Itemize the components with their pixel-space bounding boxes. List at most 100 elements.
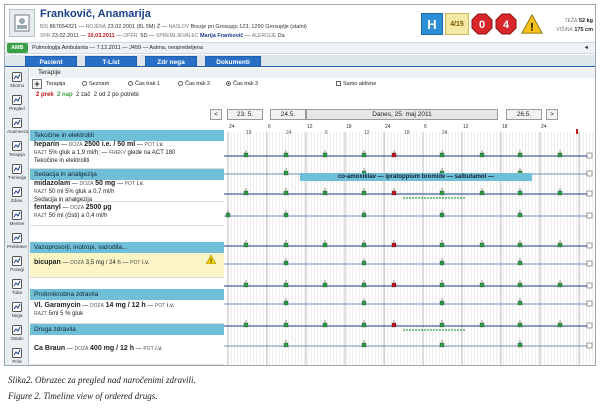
missed-dose-marker[interactable] <box>391 282 397 288</box>
drug-timeline[interactable]: 24 6 12 18 24 6 12 18 24 18 24 6 12 18 24 co-amoxiklav… <box>224 120 595 365</box>
filter-cas-trak-3[interactable]: Čas trak 3 <box>226 78 258 90</box>
filter-cas-trak-1[interactable]: Čas trak 1 <box>128 78 160 90</box>
given-dose-marker[interactable] <box>322 322 328 328</box>
only-active-checkbox[interactable]: Samo aktivne <box>336 78 376 90</box>
date-24-5[interactable]: 24.5. <box>270 109 306 120</box>
sidebar-item-terapija[interactable]: Terapija <box>7 139 27 161</box>
filter-seznam[interactable]: Seznam <box>82 78 109 90</box>
missed-dose-marker[interactable] <box>391 242 397 248</box>
given-dose-marker[interactable] <box>361 322 367 328</box>
given-dose-marker[interactable] <box>439 260 445 266</box>
date-23-5[interactable]: 23. 5. <box>227 109 263 120</box>
collapse-arrow-icon[interactable]: ◄ <box>584 43 589 53</box>
row-end-icon[interactable] <box>586 342 593 349</box>
sidebar-item-pregled[interactable]: Pregled <box>7 93 27 115</box>
sidebar-item-anamneza[interactable]: Anamneza <box>7 116 29 138</box>
filter-cas-trak-2[interactable]: Čas trak 2 <box>178 78 210 90</box>
given-dose-marker[interactable] <box>361 300 367 306</box>
tab-dokumenti[interactable]: Dokumenti <box>205 56 261 67</box>
sidebar-item-skorno[interactable]: Skorno <box>7 70 27 92</box>
given-dose-marker[interactable] <box>243 190 249 196</box>
given-dose-marker[interactable] <box>439 322 445 328</box>
given-dose-marker[interactable] <box>479 242 485 248</box>
given-dose-marker[interactable] <box>439 342 445 348</box>
given-dose-marker[interactable] <box>517 242 523 248</box>
tab-zdr-nega[interactable]: Zdr nega <box>145 56 197 67</box>
missed-dose-marker[interactable] <box>391 152 397 158</box>
given-dose-marker[interactable] <box>361 242 367 248</box>
drug-row-heparin[interactable]: heparin — DOZA 2500 i.e. / 50 ml — POT i… <box>30 141 224 169</box>
given-dose-marker[interactable] <box>361 282 367 288</box>
given-dose-marker[interactable] <box>517 190 523 196</box>
sidebar-item-t-krivulja[interactable]: T-krivulja <box>7 162 27 184</box>
given-dose-marker[interactable] <box>361 212 367 218</box>
given-dose-marker[interactable] <box>322 282 328 288</box>
date-26-5[interactable]: 26.5. <box>506 109 542 120</box>
given-dose-marker[interactable] <box>243 242 249 248</box>
row-end-icon[interactable] <box>586 212 593 219</box>
given-dose-marker[interactable] <box>439 282 445 288</box>
alert-zero-icon[interactable]: 0 <box>471 13 493 35</box>
given-dose-marker[interactable] <box>517 322 523 328</box>
given-dose-marker[interactable] <box>517 152 523 158</box>
sidebar-item-nega[interactable]: Nega <box>7 300 27 322</box>
given-dose-marker[interactable] <box>557 242 563 248</box>
hospital-indicator-icon[interactable]: H <box>421 13 443 35</box>
sidebar-item-posegi[interactable]: Posegi <box>7 254 27 276</box>
given-dose-marker[interactable] <box>322 190 328 196</box>
given-dose-marker[interactable] <box>557 152 563 158</box>
prev-day-button[interactable]: < <box>210 109 222 120</box>
given-dose-marker[interactable] <box>322 242 328 248</box>
given-dose-marker[interactable] <box>517 300 523 306</box>
given-dose-marker[interactable] <box>225 212 231 218</box>
given-dose-marker[interactable] <box>322 152 328 158</box>
given-dose-marker[interactable] <box>557 190 563 196</box>
given-dose-marker[interactable] <box>243 282 249 288</box>
sidebar-item-preiskave[interactable]: Preiskave <box>7 231 27 253</box>
given-dose-marker[interactable] <box>243 322 249 328</box>
given-dose-marker[interactable] <box>439 242 445 248</box>
given-dose-marker[interactable] <box>361 190 367 196</box>
given-dose-marker[interactable] <box>517 282 523 288</box>
given-dose-marker[interactable] <box>283 300 289 306</box>
sidebar-item-zdrav-[interactable]: Zdrav. <box>7 185 27 207</box>
given-dose-marker[interactable] <box>479 322 485 328</box>
given-dose-marker[interactable] <box>283 242 289 248</box>
add-therapy-button[interactable]: + <box>32 79 42 89</box>
given-dose-marker[interactable] <box>439 152 445 158</box>
missed-dose-marker[interactable] <box>391 190 397 196</box>
row-end-icon[interactable] <box>586 242 593 249</box>
row-end-icon[interactable] <box>586 190 593 197</box>
sidebar-item-ostalo[interactable]: Ostalo <box>7 323 27 345</box>
task-count-badge[interactable]: 4/15 <box>445 13 469 35</box>
given-dose-marker[interactable] <box>557 322 563 328</box>
given-dose-marker[interactable] <box>283 322 289 328</box>
given-dose-marker[interactable] <box>243 152 249 158</box>
given-dose-marker[interactable] <box>517 260 523 266</box>
given-dose-marker[interactable] <box>517 212 523 218</box>
given-dose-marker[interactable] <box>479 152 485 158</box>
given-dose-marker[interactable] <box>479 282 485 288</box>
sidebar-item-meritve[interactable]: Meritve <box>7 208 27 230</box>
given-dose-marker[interactable] <box>361 152 367 158</box>
given-dose-marker[interactable] <box>439 190 445 196</box>
given-dose-marker[interactable] <box>361 260 367 266</box>
given-dose-marker[interactable] <box>517 342 523 348</box>
given-dose-marker[interactable] <box>283 260 289 266</box>
drug-row-ca-braun[interactable]: Ca Braun — DOZA 400 mg / 12 h — POT i.v. <box>30 335 224 365</box>
row-end-icon[interactable] <box>586 170 593 177</box>
tab-t-list[interactable]: T-List <box>85 56 137 67</box>
given-dose-marker[interactable] <box>283 152 289 158</box>
given-dose-marker[interactable] <box>283 212 289 218</box>
next-day-button[interactable]: > <box>546 109 558 120</box>
given-dose-marker[interactable] <box>283 342 289 348</box>
given-dose-marker[interactable] <box>361 342 367 348</box>
given-dose-marker[interactable] <box>439 212 445 218</box>
drug-row-midazolam[interactable]: midazolam — DOZA 50 mg — POT i.v. RAZT 5… <box>30 180 224 203</box>
row-end-icon[interactable] <box>586 282 593 289</box>
sidebar-item-print[interactable]: Print <box>7 346 27 365</box>
row-end-icon[interactable] <box>586 322 593 329</box>
given-dose-marker[interactable] <box>439 300 445 306</box>
row-end-icon[interactable] <box>586 300 593 307</box>
given-dose-marker[interactable] <box>283 170 289 176</box>
